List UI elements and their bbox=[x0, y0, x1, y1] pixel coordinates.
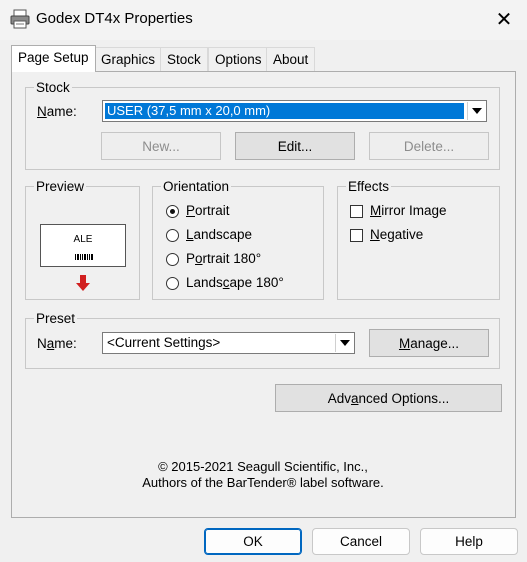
preview-legend: Preview bbox=[36, 179, 85, 194]
cancel-button[interactable]: Cancel bbox=[312, 528, 410, 555]
tab-graphics[interactable]: Graphics bbox=[94, 47, 163, 71]
radio-portrait-180-label[interactable]: Portrait 180° bbox=[186, 251, 261, 266]
radio-portrait[interactable] bbox=[166, 205, 179, 218]
effects-legend: Effects bbox=[348, 179, 390, 194]
window-title: Godex DT4x Properties bbox=[36, 10, 193, 27]
stock-name-label: Name: bbox=[37, 104, 77, 119]
stock-legend: Stock bbox=[36, 80, 70, 95]
help-button[interactable]: Help bbox=[420, 528, 518, 555]
chevron-down-icon[interactable] bbox=[335, 334, 353, 352]
new-stock-button[interactable]: New... bbox=[101, 132, 221, 160]
close-button[interactable]: ✕ bbox=[481, 0, 527, 38]
radio-landscape-label[interactable]: Landscape bbox=[186, 227, 252, 242]
barcode-icon bbox=[75, 248, 93, 263]
printer-icon bbox=[10, 9, 30, 29]
tab-options[interactable]: Options bbox=[208, 47, 269, 71]
tab-about[interactable]: About bbox=[266, 47, 316, 71]
ok-button[interactable]: OK bbox=[204, 528, 302, 555]
negative-checkbox[interactable] bbox=[350, 229, 363, 242]
edit-stock-button[interactable]: Edit... bbox=[235, 132, 355, 160]
copyright-line-1: © 2015-2021 Seagull Scientific, Inc., bbox=[158, 459, 368, 474]
negative-label[interactable]: Negative bbox=[370, 227, 423, 242]
radio-landscape[interactable] bbox=[166, 229, 179, 242]
radio-portrait-label[interactable]: Portrait bbox=[186, 203, 230, 218]
preview-sample-text: ALE bbox=[73, 234, 93, 245]
preset-name-select[interactable]: <Current Settings> bbox=[102, 332, 355, 354]
orientation-legend: Orientation bbox=[163, 179, 230, 194]
chevron-down-icon[interactable] bbox=[467, 102, 485, 120]
mirror-image-label[interactable]: Mirror Image bbox=[370, 203, 447, 218]
stock-name-select[interactable]: USER (37,5 mm x 20,0 mm) bbox=[102, 100, 487, 122]
title-bar: Godex DT4x Properties ✕ bbox=[0, 0, 527, 40]
preset-name-label: Name: bbox=[37, 336, 77, 351]
radio-portrait-180[interactable] bbox=[166, 253, 179, 266]
feed-direction-arrow-icon bbox=[76, 275, 90, 294]
copyright-line-2: Authors of the BarTender® label software… bbox=[142, 475, 384, 490]
tab-stock[interactable]: Stock bbox=[160, 47, 208, 71]
label-preview: ALE bbox=[40, 224, 126, 267]
radio-landscape-180-label[interactable]: Landscape 180° bbox=[186, 275, 284, 290]
mirror-image-checkbox[interactable] bbox=[350, 205, 363, 218]
preset-name-value: <Current Settings> bbox=[107, 335, 221, 350]
radio-landscape-180[interactable] bbox=[166, 277, 179, 290]
stock-name-value: USER (37,5 mm x 20,0 mm) bbox=[105, 103, 464, 119]
delete-stock-button[interactable]: Delete... bbox=[369, 132, 489, 160]
preset-legend: Preset bbox=[36, 311, 76, 326]
close-icon: ✕ bbox=[495, 8, 513, 31]
tab-page-setup[interactable]: Page Setup bbox=[11, 45, 96, 72]
advanced-options-button[interactable]: Adv a nced Options... bbox=[275, 384, 502, 412]
manage-preset-button[interactable]: Manage... bbox=[369, 329, 489, 357]
